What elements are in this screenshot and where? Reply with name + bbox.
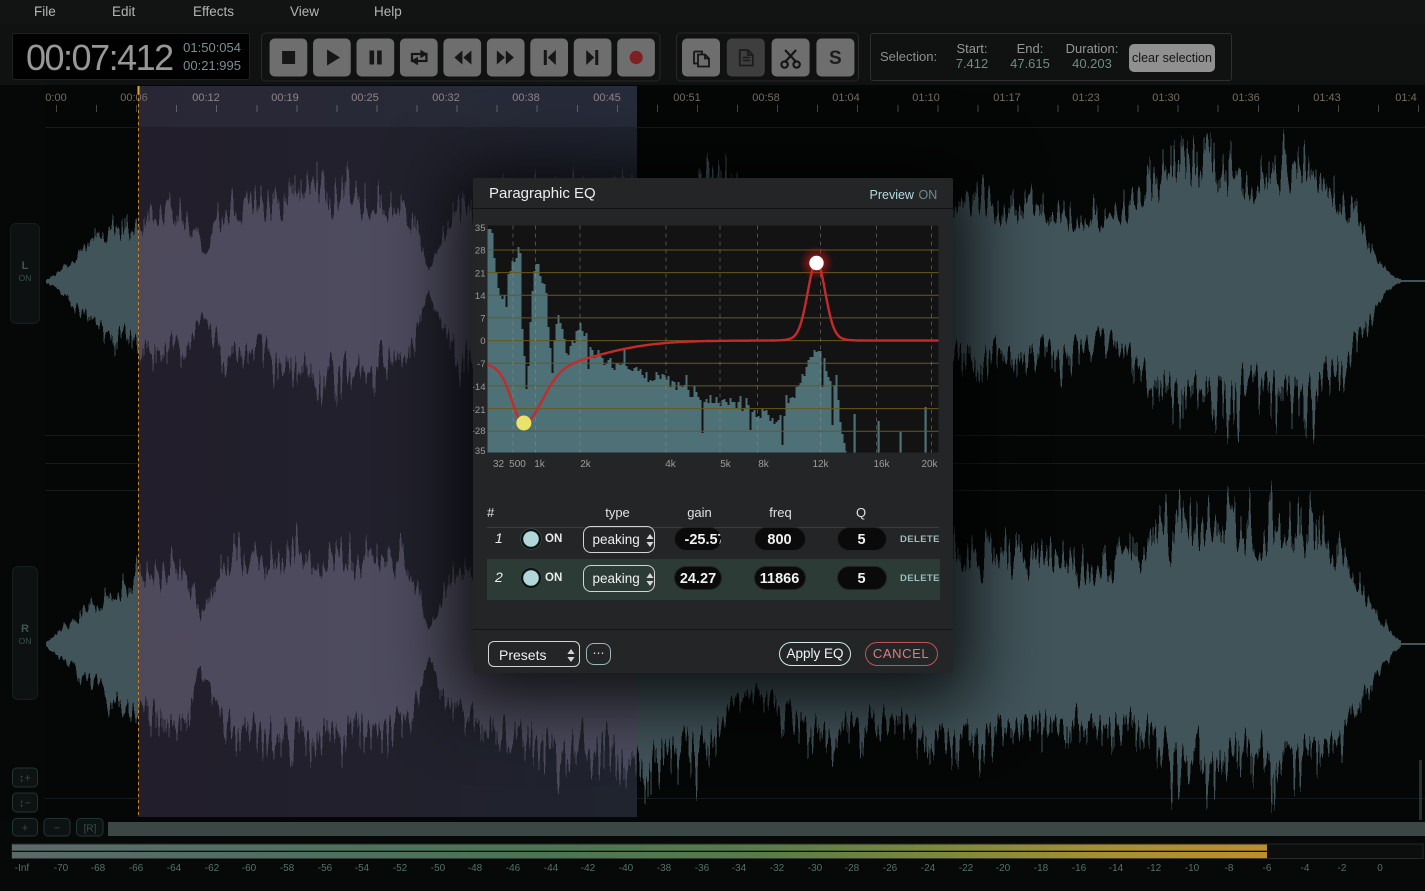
svg-text:-21: -21	[473, 405, 486, 416]
svg-text:500: 500	[509, 459, 526, 470]
svg-text:-62: -62	[205, 863, 220, 874]
svg-text:14: 14	[474, 291, 485, 302]
svg-text:-44: -44	[544, 863, 559, 874]
svg-text:-68: -68	[91, 863, 106, 874]
svg-text:12k: 12k	[812, 459, 829, 470]
svg-text:32: 32	[492, 459, 504, 470]
svg-text:-54: -54	[355, 863, 370, 874]
svg-text:-46: -46	[506, 863, 521, 874]
svg-text:-36: -36	[695, 863, 710, 874]
svg-text:7: 7	[480, 313, 485, 324]
svg-text:-6: -6	[1263, 863, 1272, 874]
svg-text:-38: -38	[657, 863, 672, 874]
svg-text:-48: -48	[468, 863, 483, 874]
svg-text:2k: 2k	[580, 459, 592, 470]
svg-text:1k: 1k	[534, 459, 546, 470]
svg-text:-8: -8	[1225, 863, 1234, 874]
svg-text:-22: -22	[959, 863, 974, 874]
svg-text:-Inf: -Inf	[15, 863, 30, 874]
svg-text:-14: -14	[473, 382, 486, 393]
svg-text:4k: 4k	[665, 459, 677, 470]
svg-text:-40: -40	[619, 863, 634, 874]
svg-text:-4: -4	[1301, 863, 1310, 874]
svg-text:16k: 16k	[873, 459, 890, 470]
svg-text:-18: -18	[1034, 863, 1049, 874]
svg-text:-10: -10	[1185, 863, 1200, 874]
svg-text:28: 28	[474, 246, 485, 257]
svg-text:0: 0	[480, 336, 485, 347]
svg-text:-12: -12	[1147, 863, 1162, 874]
svg-text:-66: -66	[129, 863, 144, 874]
svg-text:-34: -34	[732, 863, 747, 874]
svg-text:-2: -2	[1338, 863, 1347, 874]
svg-text:5k: 5k	[720, 459, 732, 470]
svg-text:-32: -32	[770, 863, 785, 874]
svg-text:-50: -50	[431, 863, 446, 874]
svg-text:-58: -58	[280, 863, 295, 874]
svg-text:-24: -24	[921, 863, 936, 874]
svg-text:35: 35	[474, 446, 485, 457]
svg-text:-70: -70	[54, 863, 69, 874]
svg-text:20k: 20k	[921, 459, 938, 470]
svg-text:-20: -20	[996, 863, 1011, 874]
svg-text:35: 35	[474, 223, 485, 234]
svg-text:0: 0	[1377, 863, 1383, 874]
svg-text:-14: -14	[1109, 863, 1124, 874]
svg-text:-60: -60	[242, 863, 257, 874]
svg-text:-28: -28	[845, 863, 860, 874]
svg-text:-52: -52	[393, 863, 408, 874]
svg-text:-26: -26	[883, 863, 898, 874]
svg-text:21: 21	[474, 268, 485, 279]
svg-text:8k: 8k	[758, 459, 770, 470]
svg-text:-30: -30	[808, 863, 823, 874]
svg-text:-42: -42	[581, 863, 596, 874]
svg-text:-7: -7	[477, 359, 485, 370]
svg-text:-16: -16	[1072, 863, 1087, 874]
svg-text:-64: -64	[167, 863, 182, 874]
svg-text:-28: -28	[473, 426, 486, 437]
svg-text:-56: -56	[318, 863, 333, 874]
